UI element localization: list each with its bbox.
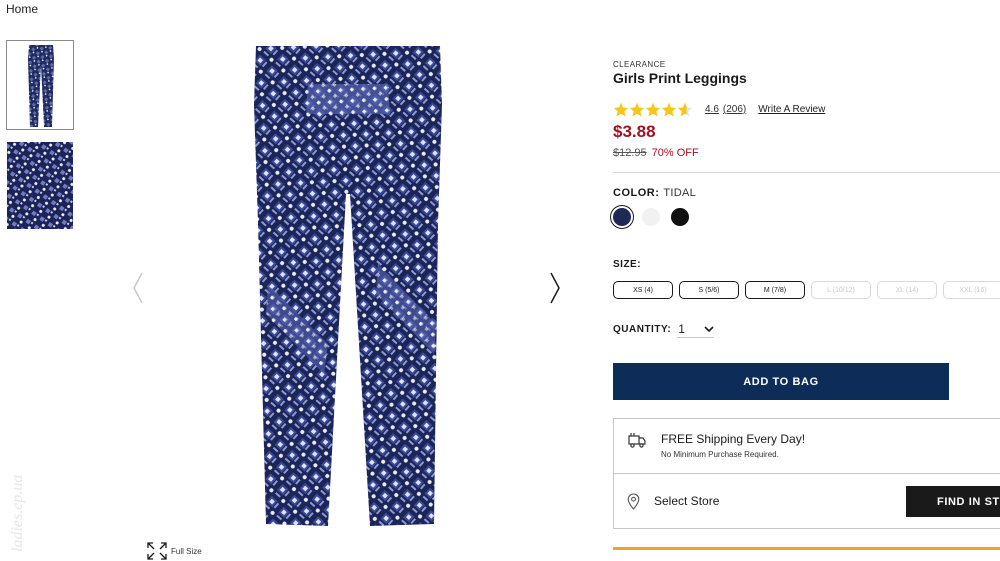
star-rating — [613, 102, 693, 117]
select-store-label[interactable]: Select Store — [654, 494, 719, 508]
product-title: Girls Print Leggings — [613, 70, 747, 86]
expand-icon — [147, 542, 167, 560]
previous-image-arrow[interactable] — [129, 268, 149, 308]
full-size-button[interactable]: Full Size — [147, 542, 202, 560]
clearance-badge: CLEARANCE — [613, 60, 666, 69]
shipping-store-box: FREE Shipping Every Day! No Minimum Purc… — [613, 418, 1000, 529]
color-swatch-black[interactable] — [671, 208, 689, 226]
accent-bar — [613, 547, 1000, 550]
delivery-truck-icon — [628, 433, 646, 448]
chevron-down-icon — [704, 325, 714, 332]
price-comparison: $12.95 70% OFF — [613, 147, 699, 159]
discount-label: 70% OFF — [651, 147, 699, 159]
color-selection: COLOR: TIDAL — [613, 187, 696, 199]
thumbnail-fabric-closeup[interactable] — [6, 141, 74, 230]
size-option-xl: XL (14) — [877, 281, 937, 299]
quantity-value: 1 — [678, 322, 685, 336]
watermark: ladies.ep.ua — [2, 440, 28, 555]
star-icon — [629, 102, 645, 117]
rating-row: 4.6 (206) Write A Review — [613, 102, 825, 117]
divider — [614, 473, 1000, 474]
size-options: XS (4) S (5/6) M (7/8) L (10/12) XL (14)… — [613, 281, 1000, 299]
shipping-subtitle: No Minimum Purchase Required. — [661, 450, 779, 459]
color-label: COLOR: — [613, 187, 660, 199]
find-in-store-button[interactable]: FIND IN STORE — [906, 486, 1000, 517]
color-swatches — [613, 208, 689, 226]
quantity-row: QUANTITY: 1 — [613, 321, 715, 338]
thumbnail-leggings[interactable] — [6, 40, 74, 130]
size-option-xs[interactable]: XS (4) — [613, 281, 673, 299]
full-size-label: Full Size — [171, 546, 202, 556]
star-partial-icon — [677, 102, 693, 117]
size-option-xxl: XXL (16) — [943, 281, 1000, 299]
star-icon — [661, 102, 677, 117]
size-label: SIZE: — [613, 259, 642, 270]
add-to-bag-button[interactable]: ADD TO BAG — [613, 363, 949, 400]
selected-color-name: TIDAL — [663, 187, 697, 199]
watermark-text: ladies.ep.ua — [9, 475, 26, 552]
review-count-link[interactable]: (206) — [723, 104, 746, 115]
original-price: $12.95 — [613, 147, 647, 159]
sale-price: $3.88 — [613, 122, 656, 141]
breadcrumb-home[interactable]: Home — [6, 2, 38, 16]
quantity-label: QUANTITY: — [613, 324, 672, 335]
size-option-l: L (10/12) — [811, 281, 871, 299]
divider — [613, 172, 1000, 173]
rating-value-link[interactable]: 4.6 — [705, 104, 719, 115]
next-image-arrow[interactable] — [544, 268, 564, 308]
size-option-s[interactable]: S (5/6) — [679, 281, 739, 299]
quantity-select[interactable]: 1 — [677, 321, 715, 338]
product-main-image — [248, 44, 448, 530]
color-swatch-tidal[interactable] — [613, 208, 631, 226]
color-swatch-white[interactable] — [642, 208, 660, 226]
star-icon — [613, 102, 629, 117]
shipping-title: FREE Shipping Every Day! — [661, 432, 806, 446]
star-icon — [645, 102, 661, 117]
size-option-m[interactable]: M (7/8) — [745, 281, 805, 299]
write-review-link[interactable]: Write A Review — [758, 104, 825, 115]
location-pin-icon — [627, 493, 640, 510]
